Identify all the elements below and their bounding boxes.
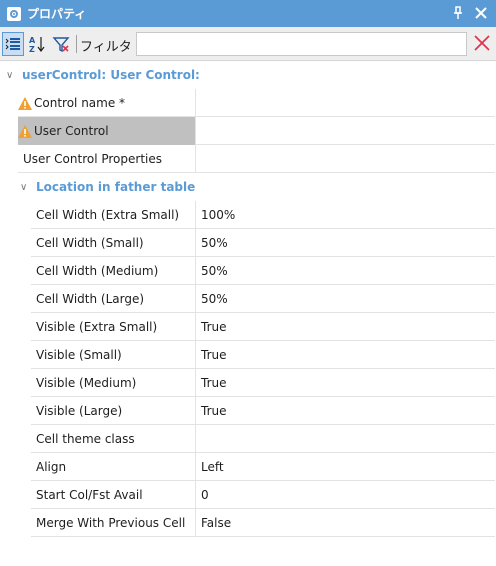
svg-text:Z: Z bbox=[29, 45, 35, 53]
window-title: プロパティ bbox=[27, 7, 87, 21]
property-value[interactable]: True bbox=[196, 341, 495, 369]
property-name: Cell theme class bbox=[36, 432, 135, 446]
property-value[interactable]: True bbox=[196, 397, 495, 425]
section-header-usercontrol[interactable]: ∨ userControl: User Control: bbox=[6, 67, 200, 83]
property-row[interactable]: Cell Width (Small) 50% bbox=[31, 229, 495, 257]
title-bar: プロパティ bbox=[0, 0, 496, 27]
warning-icon bbox=[18, 96, 32, 110]
filter-input[interactable] bbox=[136, 32, 467, 56]
property-value[interactable] bbox=[196, 425, 495, 453]
property-row[interactable]: Visible (Medium) True bbox=[31, 369, 495, 397]
property-row[interactable]: Merge With Previous Cell False bbox=[31, 509, 495, 537]
property-name: Visible (Medium) bbox=[36, 376, 137, 390]
funnel-icon bbox=[52, 37, 70, 53]
filter-button[interactable] bbox=[50, 32, 72, 56]
property-row-user-control[interactable]: User Control bbox=[18, 117, 495, 145]
filter-label: フィルタ bbox=[80, 40, 132, 55]
property-row[interactable]: Cell Width (Extra Small) 100% bbox=[31, 201, 495, 229]
svg-text:A: A bbox=[29, 36, 36, 45]
chevron-down-icon: ∨ bbox=[6, 69, 14, 81]
property-name: User Control bbox=[34, 124, 109, 138]
property-value[interactable] bbox=[196, 145, 495, 173]
property-value[interactable]: False bbox=[196, 509, 495, 537]
alphabetical-sort-button[interactable]: A Z bbox=[26, 32, 48, 56]
categorized-view-button[interactable] bbox=[2, 32, 24, 56]
warning-icon bbox=[18, 124, 32, 138]
categorized-icon bbox=[5, 38, 20, 50]
property-row[interactable]: Visible (Small) True bbox=[31, 341, 495, 369]
toolbar: A Z フィルタ bbox=[0, 27, 496, 61]
section-header-location[interactable]: ∨ Location in father table bbox=[20, 179, 195, 195]
property-value[interactable]: Left bbox=[196, 453, 495, 481]
property-name: Cell Width (Medium) bbox=[36, 264, 159, 278]
property-value[interactable]: 50% bbox=[196, 285, 495, 313]
properties-gear-icon bbox=[7, 6, 21, 21]
property-row[interactable]: Align Left bbox=[31, 453, 495, 481]
property-name: Start Col/Fst Avail bbox=[36, 488, 143, 502]
property-name: Align bbox=[36, 460, 67, 474]
property-name: Visible (Small) bbox=[36, 348, 122, 362]
property-value[interactable] bbox=[196, 89, 495, 117]
property-name: User Control Properties bbox=[23, 152, 163, 166]
sort-az-icon: A Z bbox=[29, 36, 45, 53]
property-row[interactable]: Visible (Extra Small) True bbox=[31, 313, 495, 341]
property-row[interactable]: Cell theme class bbox=[31, 425, 495, 453]
chevron-down-icon: ∨ bbox=[20, 181, 28, 193]
property-value[interactable]: 100% bbox=[196, 201, 495, 229]
property-value[interactable]: 50% bbox=[196, 229, 495, 257]
property-name: Control name * bbox=[34, 96, 126, 110]
property-value[interactable] bbox=[196, 117, 495, 145]
property-row[interactable]: Cell Width (Medium) 50% bbox=[31, 257, 495, 285]
property-value[interactable]: True bbox=[196, 313, 495, 341]
close-icon[interactable] bbox=[475, 7, 487, 19]
pin-icon[interactable] bbox=[452, 6, 464, 20]
property-row[interactable]: Visible (Large) True bbox=[31, 397, 495, 425]
property-name: Merge With Previous Cell bbox=[36, 516, 186, 530]
property-value[interactable]: True bbox=[196, 369, 495, 397]
property-name: Visible (Extra Small) bbox=[36, 320, 158, 334]
property-row[interactable]: Start Col/Fst Avail 0 bbox=[31, 481, 495, 509]
section-title: userControl: User Control: bbox=[22, 68, 200, 82]
property-row-control-name[interactable]: Control name * bbox=[18, 89, 495, 117]
toolbar-separator bbox=[76, 35, 77, 53]
property-value[interactable]: 0 bbox=[196, 481, 495, 509]
property-value[interactable]: 50% bbox=[196, 257, 495, 285]
property-row-user-control-properties[interactable]: User Control Properties bbox=[18, 145, 495, 173]
subsection-title: Location in father table bbox=[36, 180, 196, 194]
property-name: Cell Width (Small) bbox=[36, 236, 144, 250]
clear-filter-icon[interactable] bbox=[474, 35, 490, 51]
property-row[interactable]: Cell Width (Large) 50% bbox=[31, 285, 495, 313]
property-name: Cell Width (Extra Small) bbox=[36, 208, 180, 222]
property-name: Visible (Large) bbox=[36, 404, 123, 418]
property-name: Cell Width (Large) bbox=[36, 292, 145, 306]
